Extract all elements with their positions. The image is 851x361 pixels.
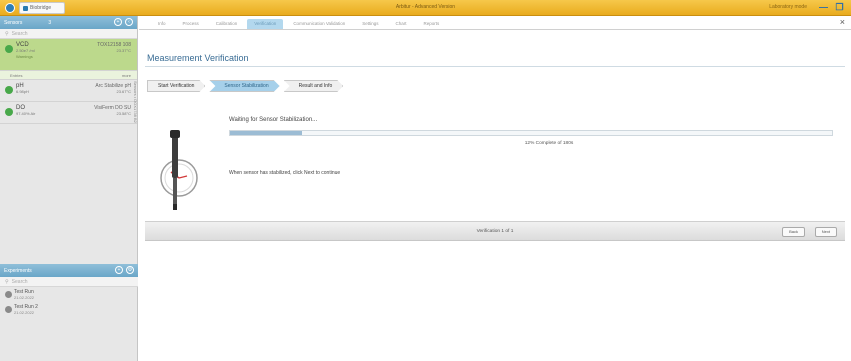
add-experiment-icon[interactable]: + (115, 266, 123, 274)
window-title: Arbitur - Advanced Version (395, 4, 456, 10)
next-button[interactable]: Next (814, 227, 837, 237)
entries-label: Entries (10, 72, 23, 78)
tab-info[interactable]: Info (151, 19, 173, 29)
sensor-reading: 2.50e7 /ml (16, 48, 35, 53)
sensor-search[interactable]: ⚲ Search (0, 29, 137, 39)
collapse-icon[interactable]: ‹ (125, 18, 133, 26)
tab-process[interactable]: Process (176, 19, 206, 29)
title-divider (145, 66, 845, 67)
sensor-search-placeholder: Search (11, 30, 28, 37)
tab-bar: Info Process Calibration Verification Co… (139, 16, 851, 30)
experiment-search-placeholder: Search (11, 278, 28, 285)
sensor-status-dot (5, 108, 13, 116)
tab-chart[interactable]: Chart (389, 19, 414, 29)
mode-indicator[interactable]: Laboratory mode (769, 4, 807, 10)
sensor-temperature: 23.67°C (116, 89, 132, 94)
stabilize-instruction: When sensor has stabilized, click Next t… (229, 170, 341, 176)
tab-verification[interactable]: Verification (247, 19, 284, 29)
sensors-count: 3 (48, 19, 52, 26)
experiment-item[interactable]: Test Run 21.02.2022 (0, 287, 138, 302)
search-icon: ⚲ (5, 30, 9, 37)
wizard-footer: Verification 1 of 1 Back Next (145, 221, 845, 241)
add-sensor-icon[interactable]: + (114, 18, 122, 26)
tab-communication-validation[interactable]: Communication Validation (286, 19, 352, 29)
waiting-title: Waiting for Sensor Stabilization... (229, 117, 318, 123)
sidebar: Sensors 3 + ‹ ⚲ Search VCD 2.50e7 /ml Wa… (0, 16, 138, 361)
page-title: Measurement Verification (147, 53, 249, 63)
sensor-item-do[interactable]: DO 97.40% Air VisiFerm DO SU 23.58°C (0, 102, 137, 124)
sensors-panel-header: Sensors 3 + ‹ (0, 16, 137, 29)
minimize-button[interactable]: — (818, 2, 829, 13)
experiment-date: 21.02.2022 (14, 310, 35, 315)
restore-button[interactable]: ❐ (834, 2, 845, 13)
experiment-status-dot (5, 306, 12, 313)
sensor-reading: 97.40% Air (16, 111, 36, 116)
sensor-probe-icon (160, 130, 198, 210)
close-icon[interactable]: × (840, 17, 845, 27)
progress-fill (230, 131, 303, 135)
wizard-steps: Start Verification Sensor Stabilization … (147, 80, 347, 92)
step-start-verification[interactable]: Start Verification (147, 80, 205, 92)
sensors-header-label: Sensors (4, 19, 23, 26)
sensor-panel-vertical-label: Sensors • DOX1738 B2 (133, 81, 138, 123)
experiment-item[interactable]: Test Run 2 21.02.2022 (0, 302, 138, 317)
sensor-temperature: 23.37°C (116, 48, 132, 53)
sensor-reading: 6.98pH (16, 89, 29, 94)
experiments-header-label: Experiments (4, 267, 32, 274)
progress-text: 12% Complete of 180s (524, 141, 574, 146)
experiment-search[interactable]: ⚲ Search (0, 277, 138, 287)
sensor-warning: Warnings (16, 54, 33, 59)
verification-counter: Verification 1 of 1 (476, 229, 514, 234)
experiments-panel: Experiments + ⚙ ⚲ Search Test Run 21.02.… (0, 264, 138, 317)
sensor-status-dot (5, 45, 13, 53)
entries-row[interactable]: Entries more (0, 71, 137, 80)
main-panel: Info Process Calibration Verification Co… (139, 16, 851, 361)
search-icon: ⚲ (5, 278, 9, 285)
sensor-status-dot (5, 86, 13, 94)
experiments-panel-header: Experiments + ⚙ (0, 264, 138, 277)
sensor-temperature: 23.58°C (116, 111, 132, 116)
experiment-date: 21.02.2022 (14, 295, 35, 300)
settings-icon[interactable]: ⚙ (126, 266, 134, 274)
tab-calibration[interactable]: Calibration (209, 19, 245, 29)
step-result-and-info[interactable]: Result and Info (284, 80, 344, 92)
tab-reports[interactable]: Reports (417, 19, 447, 29)
sensor-item-vcd[interactable]: VCD 2.50e7 /ml Warnings TOX12158 108 23.… (0, 39, 137, 71)
step-sensor-stabilization[interactable]: Sensor Stabilization (209, 80, 279, 92)
experiment-status-dot (5, 291, 12, 298)
tab-settings[interactable]: Settings (355, 19, 385, 29)
back-button[interactable]: Back (782, 227, 805, 237)
stabilization-progress-bar (229, 130, 833, 136)
title-bar: Biobridge Arbitur - Advanced Version Lab… (0, 0, 851, 16)
sensor-item-ph[interactable]: pH 6.98pH Arc Stabilize pH 23.67°C (0, 80, 137, 102)
